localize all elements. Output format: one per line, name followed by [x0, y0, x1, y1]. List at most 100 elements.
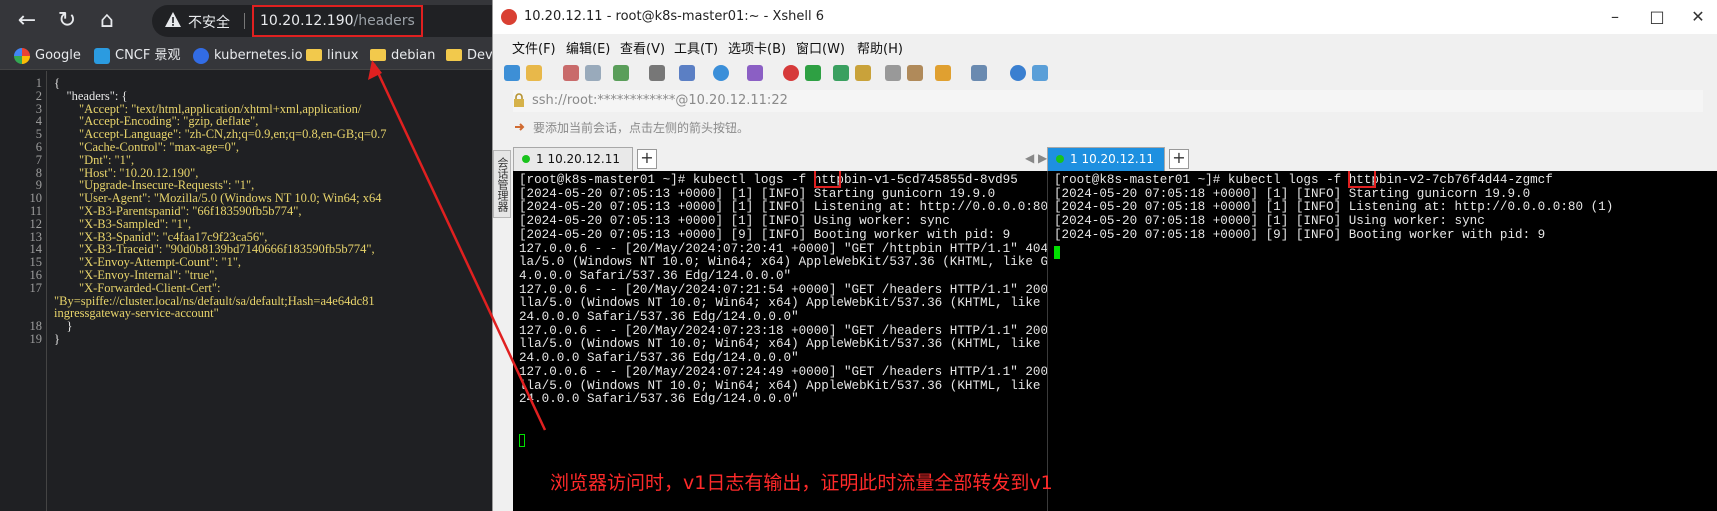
find-icon[interactable] [649, 65, 665, 81]
menu-file[interactable]: 文件(F) [512, 38, 556, 57]
script-icon[interactable] [907, 65, 923, 81]
tab-label: 1 10.20.12.11 [1070, 152, 1154, 166]
xshell-icon[interactable] [783, 65, 799, 81]
menu-help[interactable]: 帮助(H) [857, 38, 903, 57]
json-response-view[interactable]: 1{2 "headers": {3 "Accept": "text/html,a… [0, 71, 492, 511]
line-number: 6 [35, 140, 42, 154]
highlight-v2-box [1348, 171, 1376, 188]
json-text: "X-Forwarded-Client-Cert": [54, 280, 221, 295]
menu-tabs[interactable]: 选项卡(B) [728, 38, 786, 57]
xshell-titlebar: 10.20.12.11 - root@k8s-master01:~ - Xshe… [493, 0, 1717, 34]
add-tab-button[interactable]: + [1169, 149, 1189, 169]
line-number: 2 [35, 88, 42, 103]
folder-icon [306, 48, 322, 61]
link-icon[interactable] [563, 65, 579, 81]
keyboard-icon[interactable] [885, 65, 901, 81]
folder-icon [370, 48, 386, 61]
bookmark-folder-linux[interactable]: linux [306, 46, 358, 66]
line-number: 11 [29, 204, 42, 218]
json-text: "X-B3-Sampled": "1", [54, 216, 192, 231]
menu-bar: 文件(F) 编辑(E) 查看(V) 工具(T) 选项卡(B) 窗口(W) 帮助(… [493, 34, 1717, 58]
session-address-bar[interactable]: ssh://root:************@10.20.12.11:22 [513, 90, 1703, 112]
menu-tools[interactable]: 工具(T) [674, 38, 718, 57]
add-tab-button[interactable]: + [637, 149, 657, 169]
line-number: 17 [29, 280, 43, 295]
lock-icon[interactable] [855, 65, 871, 81]
bookmark-label: Google [35, 48, 81, 63]
copy-icon[interactable] [679, 65, 695, 81]
bookmark-google[interactable]: Google [14, 46, 81, 66]
terminal-line: 24.0.0.0 Safari/537.36 Edg/124.0.0.0" [519, 392, 799, 407]
hint-text: 要添加当前会话，点击左侧的箭头按钮。 [533, 121, 750, 135]
json-text: { [54, 76, 60, 90]
bookmark-folder-debian[interactable]: debian [370, 46, 435, 66]
warning-icon [165, 12, 181, 27]
unlink-icon[interactable] [585, 65, 601, 81]
terminal-cursor [519, 434, 525, 447]
globe-icon[interactable] [713, 65, 729, 81]
url-text[interactable]: 10.20.12.190/headers [252, 5, 423, 37]
terminal-right[interactable]: [root@k8s-master01 ~]# kubectl logs -f h… [1047, 171, 1717, 511]
layout-icon[interactable] [971, 65, 987, 81]
tab-session-left[interactable]: 1 10.20.12.11 [513, 147, 633, 171]
right-tab-bar: 1 10.20.12.11 + [1047, 147, 1717, 171]
xshell-logo-icon [501, 9, 517, 25]
menu-edit[interactable]: 编辑(E) [566, 38, 610, 57]
terminal-line: [2024-05-20 07:05:18 +0000] [9] [INFO] B… [1054, 227, 1546, 242]
help-icon[interactable] [1010, 65, 1026, 81]
connected-status-icon [1056, 154, 1064, 163]
url-host: 10.20.12.190 [260, 13, 354, 29]
google-icon [14, 47, 30, 64]
new-session-icon[interactable] [504, 65, 520, 81]
menu-view[interactable]: 查看(V) [620, 38, 665, 57]
back-arrow-icon[interactable]: ← [12, 6, 42, 36]
open-folder-icon[interactable] [526, 65, 542, 81]
line-number: 12 [29, 216, 43, 231]
session-manager-tab[interactable]: 会话管理器 [493, 150, 511, 218]
menu-window[interactable]: 窗口(W) [796, 38, 845, 57]
highlight-v1-box [814, 171, 841, 188]
chat-icon[interactable] [1032, 65, 1048, 81]
properties-icon[interactable] [613, 65, 629, 81]
cncf-icon [94, 47, 110, 64]
line-number-gutter [46, 71, 47, 511]
address-bar[interactable]: 不安全 10.20.12.190/headers [152, 5, 512, 37]
bookmark-folder-dev[interactable]: Dev [446, 46, 493, 66]
connected-status-icon [522, 154, 530, 163]
refresh-icon[interactable]: ↻ [52, 6, 82, 36]
annotation-text: 浏览器访问时，v1日志有输出，证明此时流量全部转发到v1 [550, 472, 1053, 494]
session-address: ssh://root:************@10.20.12.11:22 [532, 93, 788, 108]
line-number: 19 [29, 332, 43, 346]
url-path: /headers [353, 13, 415, 29]
json-text: "headers": { [54, 88, 128, 103]
json-text: "Cache-Control": "max-age=0", [54, 140, 240, 154]
terminal-left[interactable]: [root@k8s-master01 ~]# kubectl logs -f h… [513, 171, 1065, 511]
terminal-cursor [1054, 246, 1060, 259]
tab-label: 1 10.20.12.11 [536, 152, 620, 166]
add-icon[interactable] [935, 65, 951, 81]
minimize-icon[interactable]: – [1603, 5, 1627, 29]
toolbar [493, 58, 1717, 88]
line-number: 16 [29, 268, 43, 282]
maximize-icon[interactable]: □ [1645, 5, 1669, 29]
json-text: "X-Envoy-Internal": "true", [54, 268, 218, 282]
bookmark-label: Dev [467, 48, 493, 63]
bookmark-label: debian [391, 48, 436, 63]
json-text: ingressgateway-service-account" [54, 306, 219, 321]
json-text: } [54, 332, 60, 346]
xftp-icon[interactable] [805, 65, 821, 81]
home-icon[interactable]: ⌂ [92, 6, 122, 36]
line-number: 7 [35, 152, 42, 167]
bookmark-label: linux [327, 48, 359, 63]
security-label[interactable]: 不安全 [188, 12, 230, 32]
fullscreen-icon[interactable] [833, 65, 849, 81]
bookmark-label: CNCF 景观 [115, 48, 181, 63]
font-icon[interactable] [747, 65, 763, 81]
tab-session-right[interactable]: 1 10.20.12.11 [1047, 147, 1165, 171]
bookmark-kubernetes[interactable]: kubernetes.io [193, 46, 303, 66]
folder-icon [446, 48, 462, 61]
close-icon[interactable]: ✕ [1686, 5, 1710, 29]
bookmark-cncf[interactable]: CNCF 景观 [94, 46, 181, 66]
session-hint: 要添加当前会话，点击左侧的箭头按钮。 [513, 117, 1703, 137]
pointer-icon [515, 123, 525, 131]
